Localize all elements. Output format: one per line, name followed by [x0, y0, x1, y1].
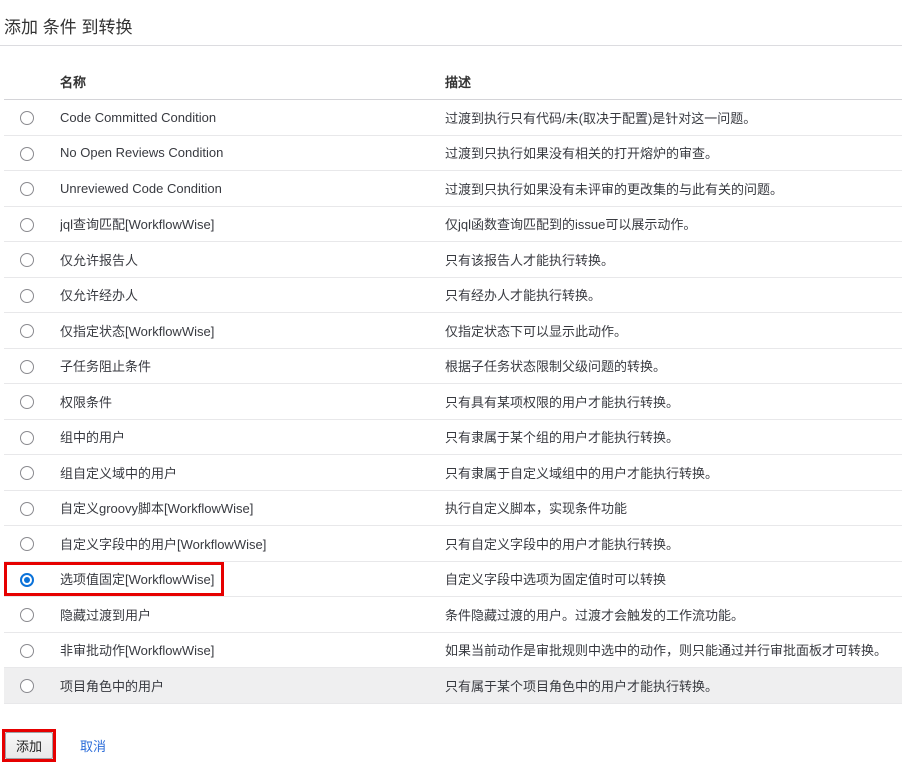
table-row[interactable]: 仅允许经办人只有经办人才能执行转换。 [4, 278, 902, 314]
page-title: 添加 条件 到转换 [4, 13, 902, 38]
radio-cell [20, 358, 60, 374]
table-row[interactable]: 自定义groovy脚本[WorkflowWise]执行自定义脚本，实现条件功能 [4, 491, 902, 527]
condition-description: 条件隐藏过渡的用户。过渡才会触发的工作流功能。 [445, 605, 902, 624]
condition-name: 自定义groovy脚本[WorkflowWise] [60, 498, 445, 517]
radio-button[interactable] [20, 111, 34, 125]
conditions-table: 名称 描述 Code Committed Condition过渡到执行只有代码/… [4, 64, 902, 704]
table-row[interactable]: Unreviewed Code Condition过渡到只执行如果没有未评审的更… [4, 171, 902, 207]
condition-name: 隐藏过渡到用户 [60, 605, 445, 624]
table-row[interactable]: 子任务阻止条件根据子任务状态限制父级问题的转换。 [4, 349, 902, 385]
radio-button[interactable] [20, 644, 34, 658]
condition-name: jql查询匹配[WorkflowWise] [60, 214, 445, 233]
condition-name: 项目角色中的用户 [60, 676, 445, 695]
radio-cell [20, 287, 60, 303]
condition-name: No Open Reviews Condition [60, 145, 445, 160]
condition-description: 只有具有某项权限的用户才能执行转换。 [445, 392, 902, 411]
radio-button[interactable] [20, 218, 34, 232]
condition-description: 过渡到只执行如果没有未评审的更改集的与此有关的问题。 [445, 179, 902, 198]
add-button[interactable]: 添加 [5, 732, 53, 759]
radio-button[interactable] [20, 466, 34, 480]
radio-cell [20, 429, 60, 445]
condition-name: 组自定义域中的用户 [60, 463, 445, 482]
table-row[interactable]: Code Committed Condition过渡到执行只有代码/未(取决于配… [4, 100, 902, 136]
radio-cell [20, 535, 60, 551]
condition-description: 过渡到只执行如果没有相关的打开熔炉的审查。 [445, 143, 902, 162]
condition-description: 只有自定义字段中的用户才能执行转换。 [445, 534, 902, 553]
table-row[interactable]: 隐藏过渡到用户条件隐藏过渡的用户。过渡才会触发的工作流功能。 [4, 597, 902, 633]
radio-button[interactable] [20, 395, 34, 409]
condition-name: 非审批动作[WorkflowWise] [60, 640, 445, 659]
radio-cell [20, 642, 60, 658]
condition-description: 只有隶属于自定义域组中的用户才能执行转换。 [445, 463, 902, 482]
radio-button[interactable] [20, 360, 34, 374]
condition-description: 只有经办人才能执行转换。 [445, 285, 902, 304]
table-body: Code Committed Condition过渡到执行只有代码/未(取决于配… [4, 100, 902, 704]
radio-cell [20, 216, 60, 232]
radio-button[interactable] [20, 147, 34, 161]
condition-name: 组中的用户 [60, 427, 445, 446]
condition-name: 子任务阻止条件 [60, 356, 445, 375]
condition-description: 仅指定状态下可以显示此动作。 [445, 321, 902, 340]
condition-name: 仅指定状态[WorkflowWise] [60, 321, 445, 340]
radio-button[interactable] [20, 431, 34, 445]
radio-cell [20, 677, 60, 693]
name-column-header: 名称 [60, 72, 445, 91]
radio-cell [20, 464, 60, 480]
condition-description: 只有该报告人才能执行转换。 [445, 250, 902, 269]
radio-cell [20, 571, 60, 587]
condition-name: 权限条件 [60, 392, 445, 411]
radio-button[interactable] [20, 502, 34, 516]
condition-description: 如果当前动作是审批规则中选中的动作，则只能通过并行审批面板才可转换。 [445, 640, 902, 659]
radio-button[interactable] [20, 289, 34, 303]
table-row[interactable]: 组中的用户只有隶属于某个组的用户才能执行转换。 [4, 420, 902, 456]
condition-description: 自定义字段中选项为固定值时可以转换 [445, 569, 902, 588]
radio-button[interactable] [20, 253, 34, 267]
condition-description: 执行自定义脚本，实现条件功能 [445, 498, 902, 517]
condition-name: Code Committed Condition [60, 110, 445, 125]
table-row[interactable]: 选项值固定[WorkflowWise]自定义字段中选项为固定值时可以转换 [4, 562, 902, 598]
radio-cell [20, 109, 60, 125]
radio-cell [20, 251, 60, 267]
table-row[interactable]: 仅允许报告人只有该报告人才能执行转换。 [4, 242, 902, 278]
condition-name: 仅允许报告人 [60, 250, 445, 269]
table-row[interactable]: 非审批动作[WorkflowWise]如果当前动作是审批规则中选中的动作，则只能… [4, 633, 902, 669]
radio-button[interactable] [20, 537, 34, 551]
condition-description: 仅jql函数查询匹配到的issue可以展示动作。 [445, 214, 902, 233]
condition-description: 过渡到执行只有代码/未(取决于配置)是针对这一问题。 [445, 108, 902, 127]
radio-cell [20, 500, 60, 516]
annotation-red-box: 添加 [2, 729, 56, 762]
condition-name: 仅允许经办人 [60, 285, 445, 304]
table-row[interactable]: No Open Reviews Condition过渡到只执行如果没有相关的打开… [4, 136, 902, 172]
condition-name: 自定义字段中的用户[WorkflowWise] [60, 534, 445, 553]
radio-button[interactable] [20, 573, 34, 587]
condition-description: 只有隶属于某个组的用户才能执行转换。 [445, 427, 902, 446]
title-block: 添加 条件 到转换 [0, 0, 902, 46]
condition-name: Unreviewed Code Condition [60, 181, 445, 196]
footer-actions: 添加 取消 [2, 729, 902, 762]
cancel-link[interactable]: 取消 [80, 736, 106, 755]
radio-button[interactable] [20, 608, 34, 622]
add-condition-page: 添加 条件 到转换 名称 描述 Code Committed Condition… [0, 0, 902, 762]
table-row[interactable]: 仅指定状态[WorkflowWise]仅指定状态下可以显示此动作。 [4, 313, 902, 349]
condition-name: 选项值固定[WorkflowWise] [60, 569, 445, 588]
table-row[interactable]: jql查询匹配[WorkflowWise]仅jql函数查询匹配到的issue可以… [4, 207, 902, 243]
radio-cell [20, 145, 60, 161]
table-row[interactable]: 组自定义域中的用户只有隶属于自定义域组中的用户才能执行转换。 [4, 455, 902, 491]
description-column-header: 描述 [445, 72, 902, 91]
table-header-row: 名称 描述 [4, 64, 902, 100]
condition-description: 只有属于某个项目角色中的用户才能执行转换。 [445, 676, 902, 695]
table-row[interactable]: 权限条件只有具有某项权限的用户才能执行转换。 [4, 384, 902, 420]
radio-button[interactable] [20, 324, 34, 338]
table-row[interactable]: 自定义字段中的用户[WorkflowWise]只有自定义字段中的用户才能执行转换… [4, 526, 902, 562]
radio-cell [20, 322, 60, 338]
radio-cell [20, 180, 60, 196]
table-row[interactable]: 项目角色中的用户只有属于某个项目角色中的用户才能执行转换。 [4, 668, 902, 704]
radio-cell [20, 606, 60, 622]
radio-button[interactable] [20, 182, 34, 196]
condition-description: 根据子任务状态限制父级问题的转换。 [445, 356, 902, 375]
radio-cell [20, 393, 60, 409]
radio-button[interactable] [20, 679, 34, 693]
